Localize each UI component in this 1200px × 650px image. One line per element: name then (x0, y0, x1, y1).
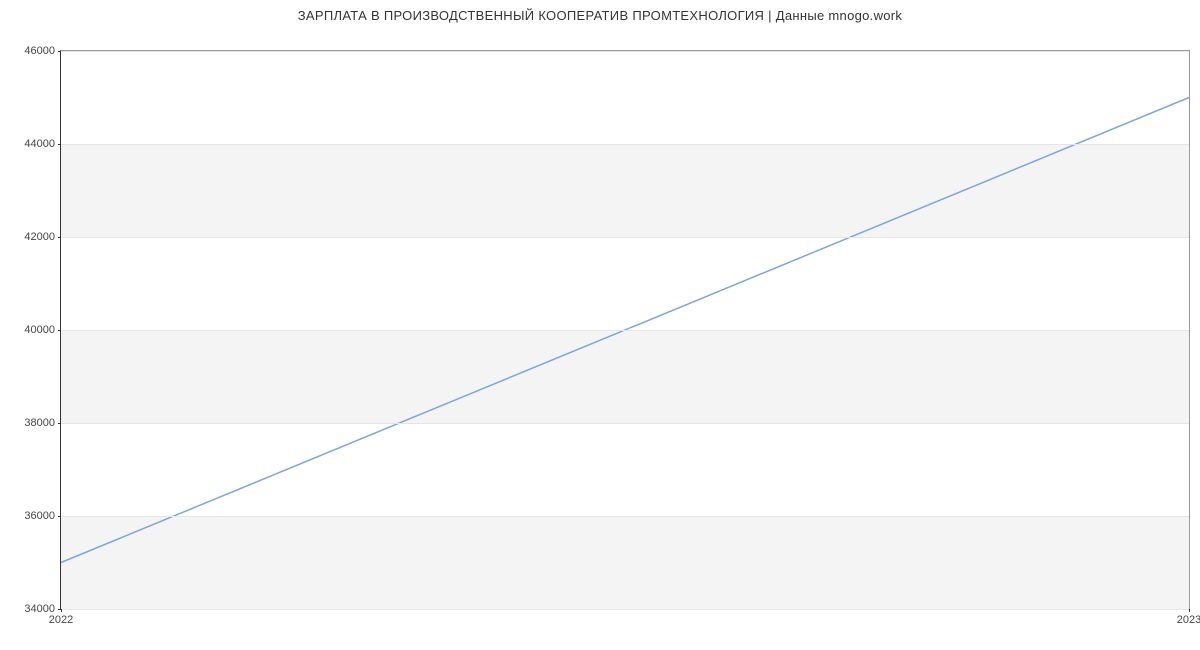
y-gridline (61, 330, 1189, 331)
y-tick (58, 516, 61, 517)
y-tick (58, 330, 61, 331)
chart-container: 3400036000380004000042000440004600020222… (0, 30, 1200, 630)
y-tick-label: 38000 (24, 417, 55, 429)
chart-title: ЗАРПЛАТА В ПРОИЗВОДСТВЕННЫЙ КООПЕРАТИВ П… (0, 0, 1200, 23)
y-tick (58, 423, 61, 424)
y-gridline (61, 237, 1189, 238)
y-gridline (61, 51, 1189, 52)
y-gridline (61, 423, 1189, 424)
y-gridline (61, 144, 1189, 145)
y-tick-label: 36000 (24, 510, 55, 522)
y-gridline (61, 516, 1189, 517)
x-tick-label: 2023 (1177, 614, 1200, 626)
y-gridline (61, 609, 1189, 610)
x-tick (61, 609, 62, 612)
x-tick (1189, 609, 1190, 612)
y-tick (58, 144, 61, 145)
y-tick-label: 44000 (24, 138, 55, 150)
y-tick-label: 46000 (24, 45, 55, 57)
y-tick (58, 237, 61, 238)
y-tick-label: 40000 (24, 324, 55, 336)
y-tick (58, 51, 61, 52)
x-tick-label: 2022 (49, 614, 73, 626)
plot-area: 3400036000380004000042000440004600020222… (60, 50, 1190, 610)
y-tick-label: 42000 (24, 231, 55, 243)
